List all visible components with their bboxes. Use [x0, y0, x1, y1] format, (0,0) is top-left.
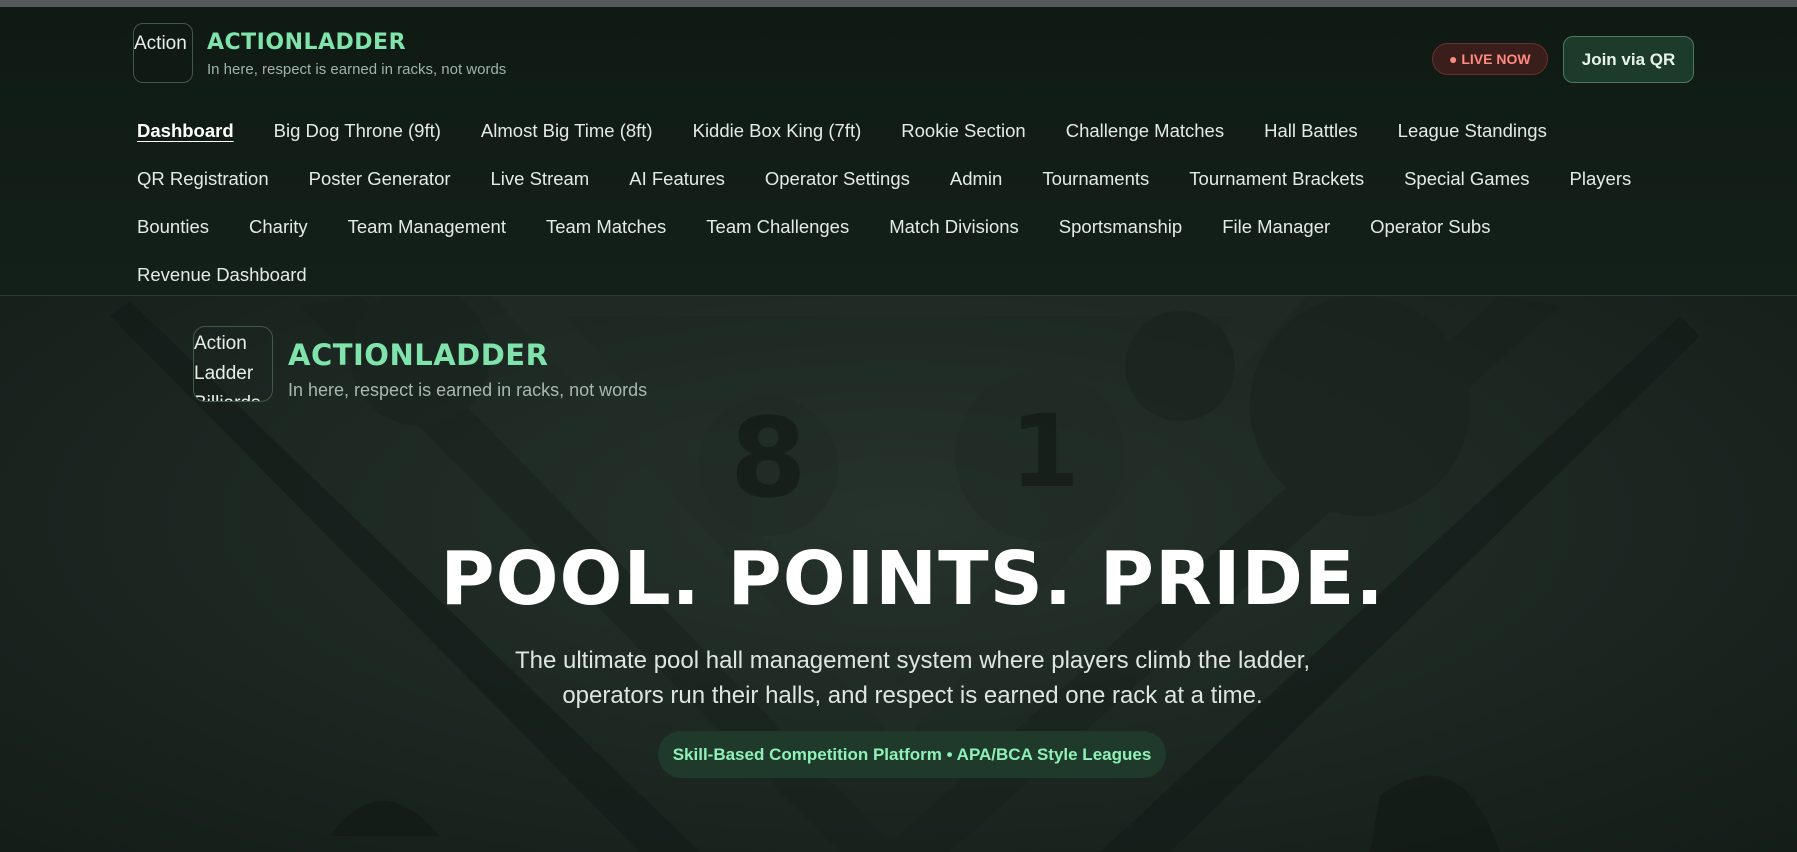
nav-item-team-challenges[interactable]: Team Challenges [706, 216, 849, 238]
nav-item-bounties[interactable]: Bounties [137, 216, 209, 238]
nav-item-operator-settings[interactable]: Operator Settings [765, 168, 910, 190]
svg-text:8: 8 [730, 394, 807, 522]
hero-brand: Action Ladder Billiards ACTIONLADDER In … [193, 326, 647, 402]
hero-logo: Action Ladder Billiards [193, 326, 273, 402]
hero-section: 8 1 Action Ladder Billiards ACTIONLADDER… [0, 296, 1797, 852]
nav-item-kiddie-box-king[interactable]: Kiddie Box King (7ft) [693, 120, 862, 142]
nav-row: Dashboard Big Dog Throne (9ft) Almost Bi… [137, 107, 1697, 155]
nav-item-league-standings[interactable]: League Standings [1398, 120, 1547, 142]
platform-badge: Skill-Based Competition Platform • APA/B… [658, 731, 1166, 778]
nav-item-qr-registration[interactable]: QR Registration [137, 168, 269, 190]
nav-item-live-stream[interactable]: Live Stream [491, 168, 590, 190]
nav-item-ai-features[interactable]: AI Features [629, 168, 725, 190]
nav-item-revenue-dashboard[interactable]: Revenue Dashboard [137, 264, 307, 286]
brand-logo: Action [133, 23, 193, 83]
svg-text:1: 1 [1010, 393, 1080, 510]
nav-item-players[interactable]: Players [1570, 168, 1632, 190]
nav-item-sportsmanship[interactable]: Sportsmanship [1059, 216, 1182, 238]
site-header: Action ACTIONLADDER In here, respect is … [0, 7, 1797, 296]
nav-item-operator-subs[interactable]: Operator Subs [1370, 216, 1490, 238]
nav-item-tournaments[interactable]: Tournaments [1042, 168, 1149, 190]
nav-row: Revenue Dashboard [137, 251, 1697, 299]
brand[interactable]: Action ACTIONLADDER In here, respect is … [133, 23, 506, 83]
nav-item-charity[interactable]: Charity [249, 216, 308, 238]
hero-brand-title: ACTIONLADDER [288, 338, 549, 372]
hero-lead: The ultimate pool hall management system… [0, 643, 1797, 713]
nav-item-rookie-section[interactable]: Rookie Section [901, 120, 1025, 142]
main-nav: Dashboard Big Dog Throne (9ft) Almost Bi… [137, 107, 1697, 299]
nav-item-dashboard[interactable]: Dashboard [137, 120, 234, 142]
nav-item-poster-generator[interactable]: Poster Generator [309, 168, 451, 190]
nav-item-big-dog-throne[interactable]: Big Dog Throne (9ft) [274, 120, 441, 142]
nav-item-team-management[interactable]: Team Management [348, 216, 506, 238]
hero-brand-tagline: In here, respect is earned in racks, not… [288, 380, 648, 400]
nav-row: Bounties Charity Team Management Team Ma… [137, 203, 1697, 251]
hero-logo-alt: Action Ladder Billiards [194, 333, 261, 401]
nav-item-team-matches[interactable]: Team Matches [546, 216, 666, 238]
browser-top-strip [0, 0, 1797, 7]
brand-tagline: In here, respect is earned in racks, not… [207, 61, 507, 78]
nav-row: QR Registration Poster Generator Live St… [137, 155, 1697, 203]
nav-item-hall-battles[interactable]: Hall Battles [1264, 120, 1358, 142]
nav-item-admin[interactable]: Admin [950, 168, 1002, 190]
nav-item-almost-big-time[interactable]: Almost Big Time (8ft) [481, 120, 653, 142]
hero-headline: POOL. POINTS. PRIDE. [440, 536, 1385, 622]
hero-lead-line: operators run their halls, and respect i… [562, 682, 1263, 709]
nav-item-file-manager[interactable]: File Manager [1222, 216, 1330, 238]
live-now-badge[interactable]: ● LIVE NOW [1432, 43, 1548, 75]
hero-lead-line: The ultimate pool hall management system… [514, 647, 1311, 674]
nav-item-match-divisions[interactable]: Match Divisions [889, 216, 1019, 238]
brand-logo-alt: Action [134, 33, 187, 54]
join-via-qr-button[interactable]: Join via QR [1563, 36, 1694, 83]
nav-item-tournament-brackets[interactable]: Tournament Brackets [1189, 168, 1364, 190]
nav-item-challenge-matches[interactable]: Challenge Matches [1066, 120, 1224, 142]
brand-title: ACTIONLADDER [207, 30, 407, 55]
nav-item-special-games[interactable]: Special Games [1404, 168, 1529, 190]
